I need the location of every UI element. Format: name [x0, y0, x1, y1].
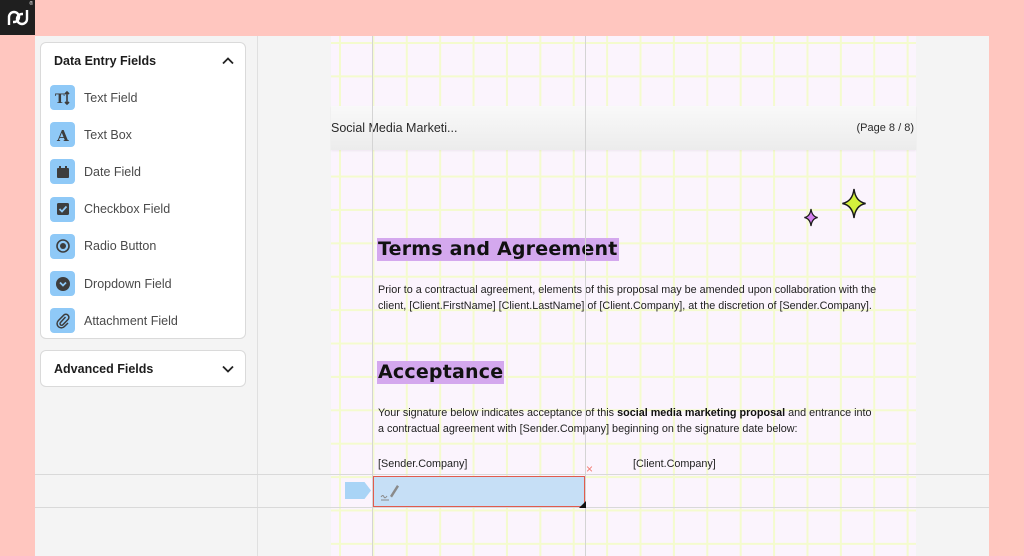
chevron-down-icon[interactable] — [221, 362, 235, 376]
page-indicator: (Page 8 / 8) — [856, 122, 914, 134]
document-title: Social Media Marketi... — [331, 121, 458, 135]
advanced-fields-panel[interactable]: Advanced Fields — [40, 350, 246, 387]
field-item-text-box[interactable]: A Text Box — [41, 116, 245, 153]
signature-field[interactable] — [373, 476, 586, 508]
page-header: Social Media Marketi... (Page 8 / 8) — [331, 106, 916, 150]
acceptance-paragraph: Your signature below indicates acceptanc… — [378, 405, 878, 437]
alignment-guide-horizontal — [35, 474, 989, 475]
field-item-attachment-field[interactable]: Attachment Field — [41, 302, 245, 339]
field-item-dropdown-field[interactable]: Dropdown Field — [41, 265, 245, 302]
data-entry-fields-panel: Data Entry Fields T Text Field A Text Bo… — [40, 42, 246, 339]
field-label: Text Box — [84, 127, 132, 142]
field-label: Text Field — [84, 90, 138, 105]
field-label: Date Field — [84, 164, 141, 179]
field-label: Radio Button — [84, 239, 157, 254]
resize-handle[interactable] — [579, 501, 586, 508]
paperclip-icon — [50, 308, 75, 334]
sender-company-label: [Sender.Company] — [378, 458, 468, 470]
remove-field-icon[interactable]: × — [586, 463, 593, 475]
editor-app: Data Entry Fields T Text Field A Text Bo… — [35, 36, 989, 556]
acceptance-heading: Acceptance — [377, 361, 505, 384]
field-item-radio-button[interactable]: Radio Button — [41, 228, 245, 265]
client-company-label: [Client.Company] — [633, 458, 716, 470]
text-box-icon: A — [50, 122, 75, 148]
sidebar-divider — [257, 36, 258, 556]
text-field-icon: T — [50, 85, 75, 111]
registered-mark: ® — [29, 1, 33, 7]
acceptance-text: Your signature below indicates acceptanc… — [378, 407, 618, 419]
svg-text:T: T — [55, 92, 65, 106]
panel-title: Advanced Fields — [54, 362, 154, 376]
panel-title: Data Entry Fields — [54, 54, 157, 68]
field-label: Checkbox Field — [84, 202, 171, 217]
alignment-guide-horizontal — [35, 507, 989, 508]
field-label: Attachment Field — [84, 313, 178, 328]
sparkle-purple-icon — [804, 208, 818, 227]
signature-icon — [380, 485, 399, 501]
pd-logo-icon — [7, 9, 28, 25]
sparkle-lime-icon — [842, 188, 866, 219]
field-item-text-field[interactable]: T Text Field — [41, 79, 245, 116]
field-item-checkbox-field[interactable]: Checkbox Field — [41, 191, 245, 228]
terms-heading: Terms and Agreement — [377, 238, 619, 261]
data-entry-fields-header[interactable]: Data Entry Fields — [41, 43, 245, 79]
alignment-guide-vertical — [585, 36, 586, 556]
checkbox-icon — [50, 196, 75, 222]
chevron-up-icon[interactable] — [221, 54, 235, 68]
svg-text:A: A — [56, 127, 69, 143]
acceptance-bold-text: social media marketing proposal — [617, 407, 786, 419]
app-logo[interactable]: ® — [0, 0, 35, 35]
dropdown-icon — [50, 271, 75, 297]
field-item-date-field[interactable]: Date Field — [41, 153, 245, 190]
advanced-fields-header[interactable]: Advanced Fields — [41, 351, 245, 387]
radio-icon — [50, 233, 75, 259]
field-label: Dropdown Field — [84, 276, 172, 291]
terms-paragraph: Prior to a contractual agreement, elemen… — [378, 284, 877, 312]
calendar-icon — [50, 159, 75, 185]
